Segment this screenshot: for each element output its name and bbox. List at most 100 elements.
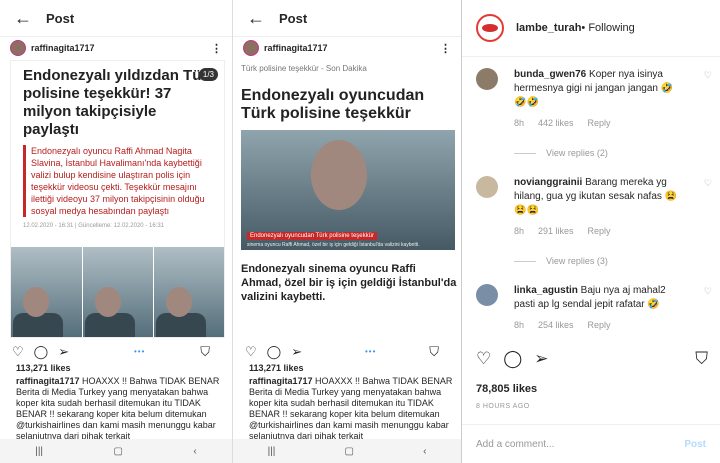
heart-icon[interactable]: ♡ (12, 345, 24, 358)
comment-icon[interactable]: ◯ (34, 345, 49, 358)
home-icon[interactable]: ▢ (114, 446, 123, 457)
commenter-username[interactable]: linka_agustin (514, 285, 578, 296)
likes-count[interactable]: 113,271 likes (16, 363, 71, 373)
post-header: raffinagita1717 ⋮ (233, 37, 461, 59)
back-icon[interactable]: ‹ (193, 446, 196, 457)
article-body: Endonezyalı sinema oyuncu Raffi Ahmad, ö… (241, 263, 457, 303)
comment-time: 8h (514, 118, 525, 128)
post-comment-button[interactable]: Post (684, 439, 706, 450)
comment-likes[interactable]: 442 likes (538, 118, 574, 128)
reply-button[interactable]: Reply (588, 226, 611, 236)
following-status[interactable]: • Following (581, 22, 634, 34)
comment-item: linka_agustin Baju nya aj mahal2 pasti a… (476, 284, 712, 330)
avatar[interactable] (10, 40, 26, 56)
caption-username[interactable]: raffinagita1717 (16, 376, 80, 386)
avatar[interactable] (243, 40, 259, 56)
commenter-username[interactable]: noviangg​rainii (514, 177, 582, 188)
send-icon[interactable]: ➢ (291, 345, 302, 358)
comment-likes[interactable]: 254 likes (538, 320, 574, 330)
post-time: 8 HOURS AGO (476, 403, 530, 410)
recents-icon[interactable]: ||| (35, 446, 43, 457)
comment-text: noviangg​rainii Barang mereka yg hilang,… (514, 176, 684, 218)
heart-icon[interactable]: ♡ (476, 350, 491, 367)
commenter-username[interactable]: bunda_gwen76 (514, 69, 586, 80)
person-face (311, 140, 367, 210)
comment-heart-icon[interactable]: ♡ (704, 178, 712, 189)
commenter-avatar[interactable] (476, 284, 498, 306)
comment-meta: 8h 442 likes Reply (514, 118, 712, 128)
back-icon[interactable]: ‹ (423, 446, 426, 457)
commenter-avatar[interactable] (476, 68, 498, 90)
comment-time: 8h (514, 320, 525, 330)
username[interactable]: raffinagita1717 (264, 43, 440, 53)
back-arrow-icon[interactable]: ← (247, 9, 265, 27)
recents-icon[interactable]: ||| (268, 446, 276, 457)
comment-item: bunda_gwen76 Koper nya isinya hermesnya … (476, 68, 712, 158)
view-replies-button[interactable]: View replies (3) (514, 256, 712, 266)
reply-button[interactable]: Reply (588, 320, 611, 330)
carousel-dots: ••• (133, 346, 146, 356)
caption: raffinagita1717 HOAXXX !! Bahwa TIDAK BE… (16, 376, 224, 442)
account-name[interactable]: lambe_turah (516, 22, 581, 34)
more-options-icon[interactable]: ⋮ (211, 42, 222, 55)
back-arrow-icon[interactable]: ← (14, 9, 32, 27)
more-options-icon[interactable]: ⋮ (440, 42, 451, 55)
comment-text: bunda_gwen76 Koper nya isinya hermesnya … (514, 68, 684, 110)
commenter-avatar[interactable] (476, 176, 498, 198)
post-image: 1/3 Endonezyalı yıldızdan Türk polisine … (10, 60, 225, 338)
lips-logo-icon (482, 24, 498, 32)
home-icon[interactable]: ▢ (344, 446, 353, 457)
view-replies-button[interactable]: View replies (2) (514, 148, 712, 158)
send-icon[interactable]: ➢ (58, 345, 69, 358)
article-headline: Endonezyalı oyuncudan Türk polisine teşe… (241, 87, 425, 122)
android-nav-bar: ||| ▢ ‹ (0, 439, 232, 463)
comment-icon[interactable]: ◯ (267, 345, 282, 358)
comment-item: noviangg​rainii Barang mereka yg hilang,… (476, 176, 712, 266)
post-actions: ♡ ◯ ➢ ⛉ (476, 346, 708, 370)
post-header: raffinagita1717 ⋮ (0, 37, 232, 59)
android-nav-bar: ||| ▢ ‹ (233, 439, 461, 463)
screen-title: Post (279, 10, 308, 26)
panel-header: lambe_turah • Following (462, 0, 720, 57)
comment-meta: 8h 291 likes Reply (514, 226, 712, 236)
left-phone-screenshot: ← Post raffinagita1717 ⋮ 1/3 Endonezyalı… (0, 0, 233, 463)
comment-heart-icon[interactable]: ♡ (704, 70, 712, 81)
likes-count[interactable]: 78,805 likes (476, 383, 537, 395)
comment-likes[interactable]: 291 likes (538, 226, 574, 236)
add-comment-input[interactable]: Add a comment... (476, 439, 684, 450)
video-banner: Endonezyalı oyuncudan Türk polisine teşe… (247, 232, 377, 240)
instagram-comment-panel: lambe_turah • Following bunda_gwen76 Kop… (462, 0, 720, 463)
article-lead: Endonezyalı oyuncu Raffi Ahmad Nagita Sl… (23, 145, 216, 217)
send-icon[interactable]: ➢ (534, 350, 548, 367)
article-photos (11, 247, 224, 337)
likes-count[interactable]: 113,271 likes (249, 363, 304, 373)
top-bar: ← Post (233, 0, 461, 37)
heart-icon[interactable]: ♡ (245, 345, 257, 358)
photo (82, 247, 154, 337)
account-avatar[interactable] (476, 14, 504, 42)
carousel-counter: 1/3 (198, 68, 218, 81)
article-source: Türk polisine teşekkür - Son Dakika (241, 64, 367, 73)
reply-button[interactable]: Reply (588, 118, 611, 128)
article-headline: Endonezyalı yıldızdan Türk polisine teşe… (23, 67, 216, 138)
bookmark-icon[interactable]: ⛉ (695, 350, 708, 367)
bookmark-icon[interactable]: ⛉ (200, 345, 210, 358)
middle-phone-screenshot: ← Post raffinagita1717 ⋮ Türk polisine t… (233, 0, 462, 463)
caption-username[interactable]: raffinagita1717 (249, 376, 313, 386)
bookmark-icon[interactable]: ⛉ (429, 345, 439, 358)
screen-title: Post (46, 10, 75, 26)
post-actions: ♡ ◯ ➢ ••• ⛉ (233, 342, 461, 360)
video-subtitle: sinema oyuncu Raffi Ahmad, özel bir iş i… (247, 242, 420, 248)
comment-icon[interactable]: ◯ (503, 350, 522, 367)
video-frame: Endonezyalı oyuncudan Türk polisine teşe… (241, 130, 455, 250)
comment-heart-icon[interactable]: ♡ (704, 286, 712, 297)
carousel-dots: ••• (364, 346, 377, 356)
comment-meta: 8h 254 likes Reply (514, 320, 712, 330)
add-comment-bar: Add a comment... Post (462, 424, 720, 463)
caption: raffinagita1717 HOAXXX !! Bahwa TIDAK BE… (249, 376, 457, 442)
article-date: 12.02.2020 - 16:31 | Güncelleme: 12.02.2… (23, 223, 164, 229)
photo (154, 247, 224, 337)
username[interactable]: raffinagita1717 (31, 43, 211, 53)
comment-time: 8h (514, 226, 525, 236)
post-actions: ♡ ◯ ➢ ••• ⛉ (0, 342, 232, 360)
